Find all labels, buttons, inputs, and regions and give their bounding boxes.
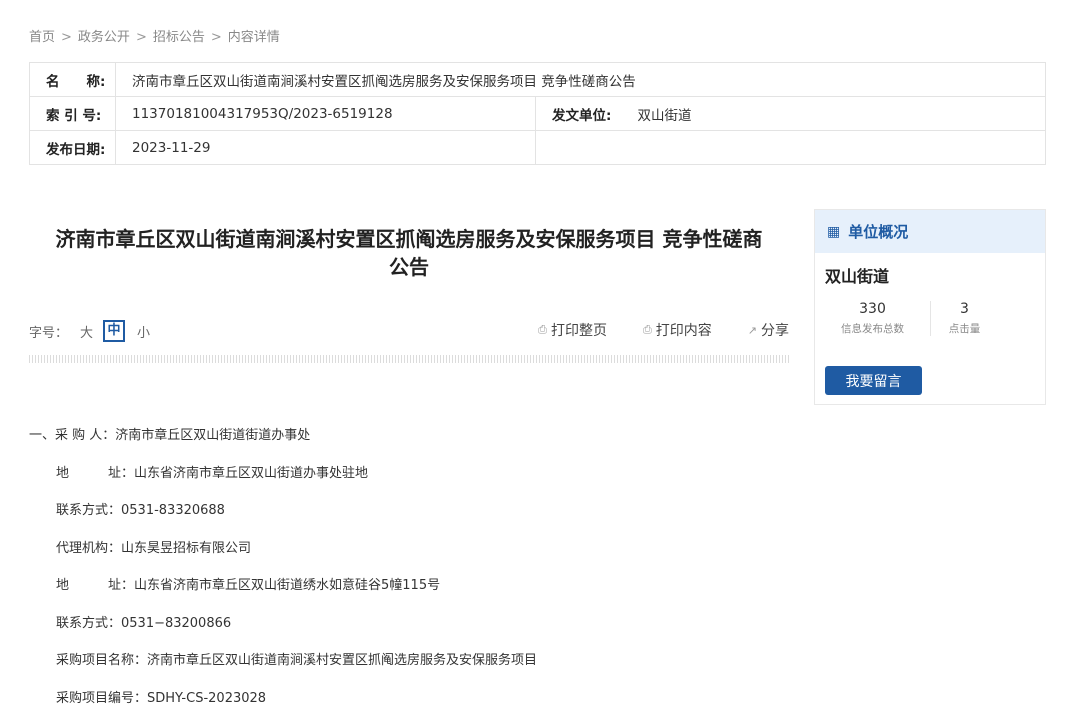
print-content-label: 打印内容 — [655, 323, 712, 339]
article-title-line2: 公告 — [389, 255, 429, 279]
content-line: 联系方式：0531−83200866 — [56, 615, 232, 631]
breadcrumb-separator: > — [210, 30, 222, 45]
content-line: 采购项目名称：济南市章丘区双山街道南涧溪村安置区抓阄选房服务及安保服务项目 — [56, 653, 538, 668]
stat-label: 点击量 — [948, 323, 981, 335]
unit-stats: 330 信息发布总数 3 点击量 — [815, 301, 1045, 336]
meta-row-date: 发布日期: 2023-11-29 — [29, 130, 1046, 165]
meta-issuer-label: 发文单位: — [535, 96, 632, 131]
meta-index-label: 索 引 号: — [29, 96, 116, 131]
print-page-label: 打印整页 — [550, 323, 607, 339]
meta-date-label: 发布日期: — [29, 130, 116, 165]
print-icon: ⎙ — [642, 323, 652, 336]
meta-index-value: 11370181004317953Q/2023-6519128 — [115, 96, 536, 131]
meta-issuer-value: 双山街道 — [631, 96, 1046, 131]
share-button[interactable]: ↗ 分享 — [748, 320, 789, 340]
unit-name: 双山街道 — [825, 267, 890, 286]
meta-name-value: 济南市章丘区双山街道南涧溪村安置区抓阄选房服务及安保服务项目 竞争性磋商公告 — [115, 62, 1046, 97]
breadcrumb-home[interactable]: 首页 — [29, 30, 55, 45]
document-meta-table: 名 称: 济南市章丘区双山街道南涧溪村安置区抓阄选房服务及安保服务项目 竞争性磋… — [29, 62, 1046, 165]
leave-message-button[interactable]: 我要留言 — [825, 366, 922, 395]
article-tools: ⎙ 打印整页 ⎙ 打印内容 ↗ 分享 — [538, 320, 789, 340]
meta-row-name: 名 称: 济南市章丘区双山街道南涧溪村安置区抓阄选房服务及安保服务项目 竞争性磋… — [29, 62, 1046, 97]
share-label: 分享 — [761, 323, 789, 339]
content-line: 代理机构：山东昊昱招标有限公司 — [56, 540, 252, 556]
building-icon: ▦ — [827, 223, 841, 240]
breadcrumb-gov-affairs[interactable]: 政务公开 — [78, 30, 130, 45]
stat-value: 330 — [859, 301, 886, 317]
stat-clicks: 3 点击量 — [930, 301, 998, 336]
article-title: 济南市章丘区双山街道南涧溪村安置区抓阄选房服务及安保服务项目 竞争性磋商 公告 — [29, 225, 789, 281]
unit-overview-title: 单位概况 — [848, 223, 909, 241]
stat-label: 信息发布总数 — [841, 323, 904, 335]
font-size-large[interactable]: 大 — [80, 322, 93, 341]
article-toolbar: 字号： 大 中 小 ⎙ 打印整页 ⎙ 打印内容 ↗ 分享 — [29, 318, 789, 344]
stat-total-posts: 330 信息发布总数 — [815, 301, 930, 336]
breadcrumb-separator: > — [61, 30, 72, 45]
font-size-switcher: 字号： 大 中 小 — [29, 320, 162, 342]
font-size-small[interactable]: 小 — [137, 322, 150, 341]
meta-row-index: 索 引 号: 11370181004317953Q/2023-6519128 发… — [29, 96, 1046, 131]
article-title-line1: 济南市章丘区双山街道南涧溪村安置区抓阄选房服务及安保服务项目 竞争性磋商 — [55, 227, 763, 251]
unit-overview-panel: ▦ 单位概况 双山街道 330 信息发布总数 3 点击量 我要留言 — [814, 209, 1046, 405]
breadcrumb: 首页 > 政务公开 > 招标公告 > 内容详情 — [29, 26, 280, 45]
breadcrumb-separator: > — [135, 30, 147, 45]
dashed-divider — [29, 355, 789, 363]
font-size-medium[interactable]: 中 — [103, 320, 126, 342]
stat-value: 3 — [960, 301, 969, 317]
meta-empty-cell — [535, 130, 1046, 165]
print-page-button[interactable]: ⎙ 打印整页 — [538, 320, 607, 340]
print-content-button[interactable]: ⎙ 打印内容 — [643, 320, 712, 340]
content-line: 采购项目编号：SDHY-CS-2023028 — [56, 690, 267, 706]
article-content: 一、采 购 人：济南市章丘区双山街道街道办事处 地 址：山东省济南市章丘区双山街… — [29, 424, 537, 722]
font-size-label: 字号： — [29, 325, 69, 341]
meta-name-label: 名 称: — [29, 62, 116, 97]
print-icon: ⎙ — [538, 323, 547, 336]
unit-overview-header: ▦ 单位概况 — [815, 210, 1045, 253]
content-line: 地 址：山东省济南市章丘区双山街道办事处驻地 — [56, 465, 369, 481]
breadcrumb-bidding[interactable]: 招标公告 — [153, 30, 205, 45]
content-line: 一、采 购 人：济南市章丘区双山街道街道办事处 — [29, 428, 311, 443]
content-line: 地 址：山东省济南市章丘区双山街道绣水如意硅谷5幢115号 — [56, 578, 441, 593]
meta-date-value: 2023-11-29 — [115, 130, 536, 165]
breadcrumb-current: 内容详情 — [227, 30, 280, 45]
content-line: 联系方式：0531-83320688 — [56, 503, 225, 518]
share-icon: ↗ — [747, 323, 757, 337]
